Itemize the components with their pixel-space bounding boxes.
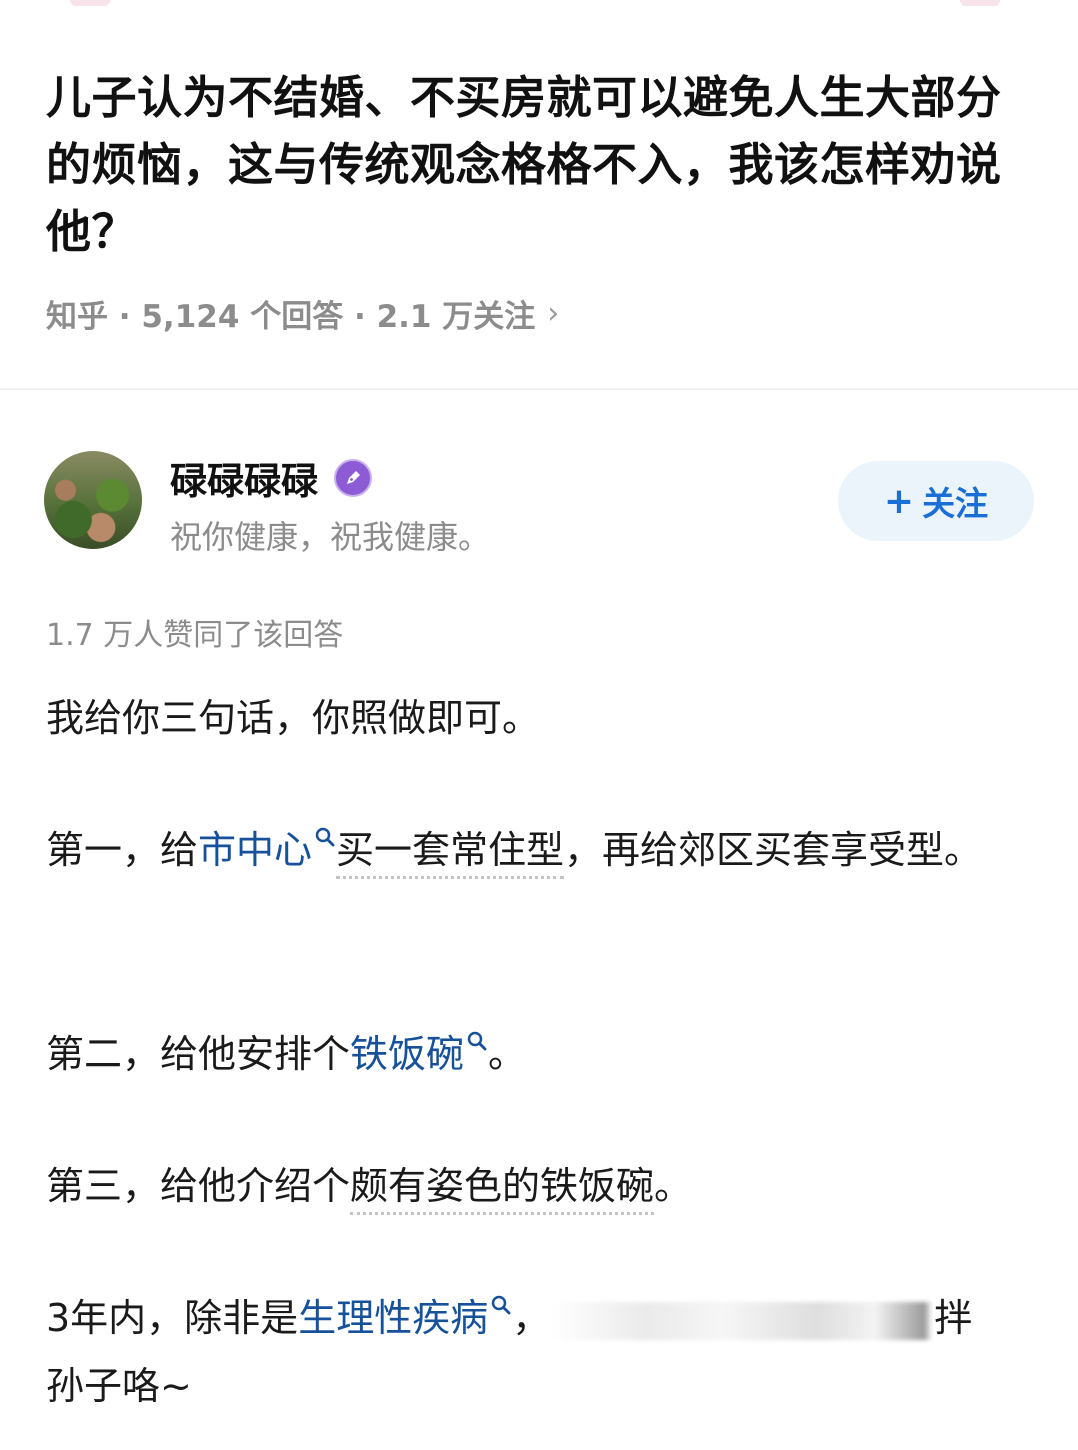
text: 第一，给: [46, 828, 199, 872]
author-name: 碌碌碌碌: [170, 460, 318, 503]
plus-icon: +: [883, 480, 915, 522]
text: 3年内，除非是: [46, 1296, 299, 1340]
author-name-row[interactable]: 碌碌碌碌: [170, 454, 372, 503]
vote-count: 1.7 万人赞同了该回答: [46, 618, 344, 653]
search-icon[interactable]: [314, 826, 336, 848]
annotated-text[interactable]: 买一套常住型: [336, 828, 565, 879]
text: 。: [488, 1032, 527, 1076]
top-strip: [0, 0, 1078, 16]
answer-paragraph-1: 我给你三句话，你照做即可。: [46, 696, 541, 740]
blurred-text: [552, 1301, 933, 1340]
question-title[interactable]: 儿子认为不结婚、不买房就可以避免人生大部分的烦恼，这与传统观念格格不入，我该怎样…: [46, 64, 1046, 265]
text: ，: [512, 1296, 551, 1340]
answer-paragraph-4: 第三，给他介绍个颇有姿色的铁饭碗。: [46, 1152, 1036, 1220]
search-link-disease[interactable]: 生理性疾病: [298, 1296, 488, 1340]
search-icon[interactable]: [490, 1294, 512, 1316]
question-meta-text: 知乎 · 5,124 个回答 · 2.1 万关注: [46, 298, 536, 335]
answer-paragraph-5: 3年内，除非是生理性疾病 ， 拌孙子咯~: [46, 1284, 1036, 1420]
search-icon[interactable]: [466, 1030, 488, 1052]
text: 拌: [934, 1296, 973, 1340]
pen-badge-icon: [334, 459, 372, 497]
text: 。: [654, 1164, 693, 1208]
text: 第二，给他安排个: [46, 1032, 351, 1076]
follow-label: 关注: [922, 484, 989, 523]
top-decoration: [960, 0, 1000, 6]
question-meta[interactable]: 知乎 · 5,124 个回答 · 2.1 万关注 ›: [46, 290, 559, 336]
answer-paragraph-2: 第一，给市中心 买一套常住型，再给郊区买套享受型。: [46, 816, 1036, 884]
annotated-text[interactable]: 颇有姿色的铁饭碗: [350, 1164, 655, 1215]
text: 第三，给他介绍个: [46, 1164, 351, 1208]
follow-button[interactable]: + 关注: [838, 461, 1034, 541]
chevron-right-icon: ›: [547, 295, 560, 331]
text: 孙子咯~: [46, 1364, 192, 1408]
avatar[interactable]: [44, 451, 142, 549]
answer-paragraph-3: 第二，给他安排个铁饭碗。: [46, 1020, 1036, 1088]
search-link-iron-rice-bowl[interactable]: 铁饭碗: [350, 1032, 464, 1076]
search-link-city-center[interactable]: 市中心: [198, 828, 312, 872]
author-bio: 祝你健康，祝我健康。: [170, 518, 491, 556]
top-decoration: [70, 0, 110, 6]
text: ，再给郊区买套享受型。: [564, 828, 983, 872]
divider: [0, 388, 1078, 390]
